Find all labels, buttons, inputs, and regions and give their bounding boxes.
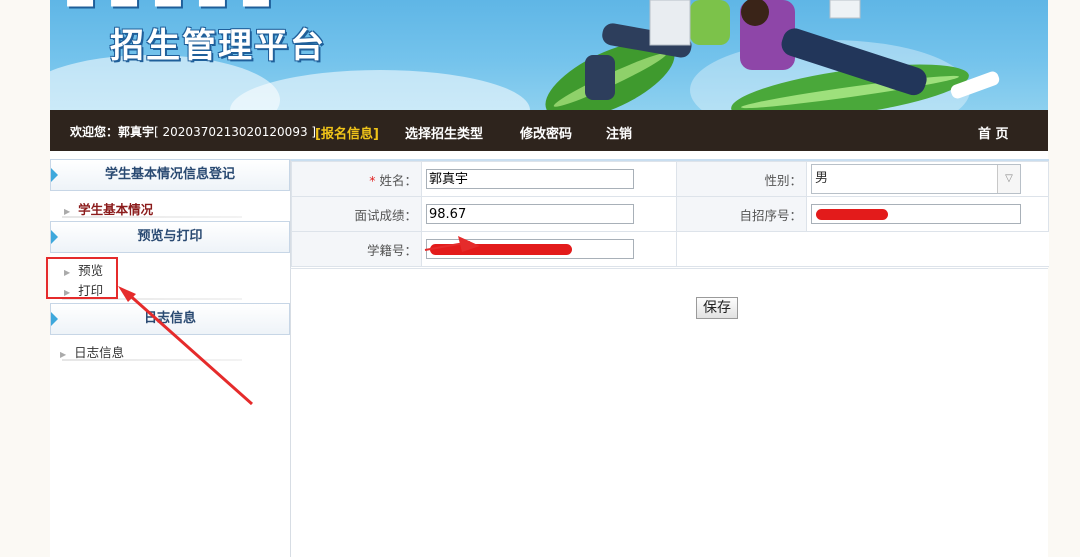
gender-label: 性别： (676, 161, 807, 197)
student-no-cell (421, 231, 677, 267)
form-row: 学籍号： (291, 231, 1049, 267)
score-input[interactable]: 98.67 (426, 204, 634, 224)
nav-current-registration[interactable]: [报名信息] (315, 123, 379, 142)
self-no-cell (806, 196, 1049, 232)
sidebar-item-label: 学生基本情况 (78, 202, 154, 217)
main-content: * 姓名： 郭真宇 性别： 男 ▽ 面试成绩： 98.67 自招序号： 学籍号：… (290, 159, 1049, 557)
save-button[interactable]: 保存 (696, 297, 738, 319)
annotation-highlight-box (46, 257, 118, 299)
gender-select[interactable]: 男 ▽ (811, 164, 1021, 194)
sidebar-section-title: 日志信息 (143, 311, 196, 326)
student-info-form: * 姓名： 郭真宇 性别： 男 ▽ 面试成绩： 98.67 自招序号： 学籍号： (291, 161, 1049, 267)
student-no-label: 学籍号： (291, 231, 422, 267)
redaction-mark (816, 209, 888, 220)
nav-home[interactable]: 首 页 (978, 123, 1009, 142)
self-no-label: 自招序号： (676, 196, 807, 232)
self-no-input[interactable] (811, 204, 1021, 224)
welcome-text: 欢迎您：郭真宇[ 2020370213020120093 ] (70, 125, 317, 139)
nav-change-password[interactable]: 修改密码 (520, 123, 572, 142)
sidebar-item-label: 日志信息 (74, 345, 125, 360)
section-marker-icon (51, 230, 58, 244)
name-label-text: 姓名： (379, 172, 417, 188)
sidebar-section-title: 预览与打印 (137, 229, 203, 244)
chevron-down-icon[interactable]: ▽ (997, 165, 1020, 193)
page: ▬ ▬ ▬ ▬ ▬ 招生管理平台 欢迎您：郭真宇[ 20203702130201… (50, 0, 1049, 557)
sidebar: 学生基本情况信息登记 ▶ 学生基本情况 预览与打印 ▶ 预览 ▶ 打印 日志信息 ▶ 日… (50, 159, 290, 557)
redaction-mark (430, 244, 572, 255)
name-input[interactable]: 郭真宇 (426, 169, 634, 189)
required-mark: * (369, 172, 376, 188)
divider (62, 359, 242, 361)
form-row: 面试成绩： 98.67 自招序号： (291, 196, 1049, 232)
form-row: * 姓名： 郭真宇 性别： 男 ▽ (291, 161, 1049, 197)
header-banner: ▬ ▬ ▬ ▬ ▬ 招生管理平台 (50, 0, 1048, 110)
empty-cell (676, 231, 1049, 267)
score-label: 面试成绩： (291, 196, 422, 232)
banner-illustration (545, 0, 1000, 110)
sidebar-section-registration[interactable]: 学生基本情况信息登记 (50, 159, 290, 191)
section-marker-icon (51, 312, 58, 326)
arrow-right-icon: ▶ (60, 350, 67, 359)
sidebar-section-preview-print[interactable]: 预览与打印 (50, 221, 290, 253)
divider (62, 216, 242, 218)
form-bottom-border (290, 268, 1048, 269)
arrow-right-icon: ▶ (64, 207, 71, 216)
sidebar-section-title: 学生基本情况信息登记 (104, 167, 235, 182)
name-cell: 郭真宇 (421, 161, 677, 197)
nav-logout[interactable]: 注销 (606, 123, 632, 142)
score-cell: 98.67 (421, 196, 677, 232)
gender-cell: 男 ▽ (806, 161, 1049, 197)
name-label: * 姓名： (291, 161, 422, 197)
top-nav-bar: 欢迎您：郭真宇[ 2020370213020120093 ] [报名信息] 选择… (50, 110, 1048, 151)
section-marker-icon (51, 168, 58, 182)
student-no-input[interactable] (426, 239, 634, 259)
sidebar-section-log[interactable]: 日志信息 (50, 303, 290, 335)
nav-select-admission-type[interactable]: 选择招生类型 (405, 123, 483, 142)
gender-selected-value: 男 (815, 171, 829, 186)
